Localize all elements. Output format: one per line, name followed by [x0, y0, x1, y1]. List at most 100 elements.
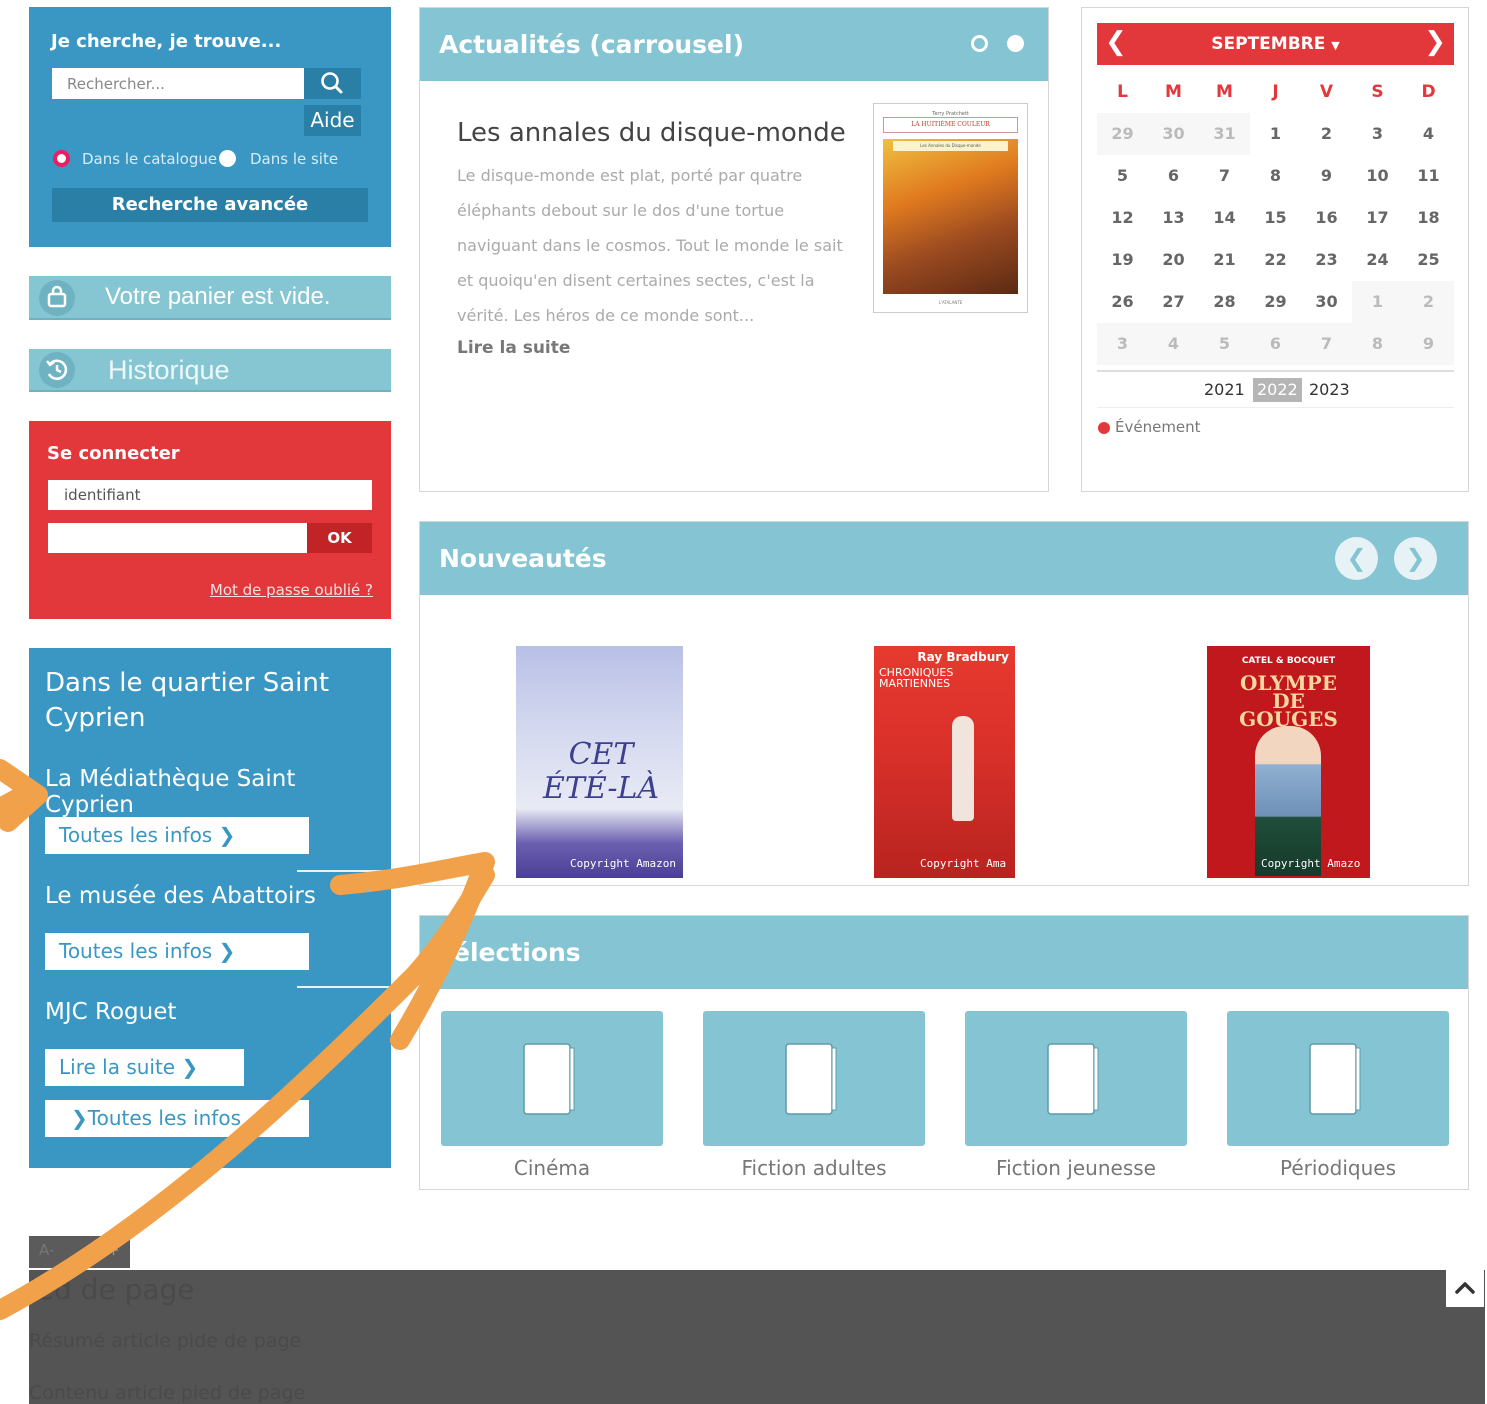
calendar-day[interactable]: 12 [1097, 197, 1148, 239]
font-decrease-button[interactable]: A- [39, 1241, 54, 1259]
book-cover-olympe-de-gouges[interactable]: CATEL & BOCQUET OLYMPE DE GOUGES Copyrig… [1207, 646, 1370, 878]
calendar-day[interactable]: 22 [1250, 239, 1301, 281]
year-current[interactable]: 2022 [1253, 378, 1302, 402]
calendar-day[interactable]: 21 [1199, 239, 1250, 281]
calendar-day[interactable]: 27 [1148, 281, 1199, 323]
news-article-cover[interactable]: Terry Pratchett LA HUITIÈME COULEUR Les … [873, 103, 1028, 313]
login-ok-button[interactable]: OK [307, 523, 372, 553]
calendar-day[interactable]: 6 [1148, 155, 1199, 197]
selection-tile-fiction-youth[interactable] [965, 1011, 1187, 1146]
calendar-day[interactable]: 8 [1352, 323, 1403, 365]
calendar-day[interactable]: 6 [1250, 323, 1301, 365]
calendar-day[interactable]: 31 [1199, 113, 1250, 155]
search-button[interactable] [304, 68, 361, 99]
radio-catalogue[interactable] [53, 150, 70, 167]
basket-status: Votre panier est vide. [105, 283, 331, 310]
calendar-day[interactable]: 7 [1301, 323, 1352, 365]
calendar-day[interactable]: 7 [1199, 155, 1250, 197]
selection-tile-fiction-adults[interactable] [703, 1011, 925, 1146]
mjc-read-more-button[interactable]: Lire la suite ❯ [45, 1049, 244, 1086]
neighborhood-title: Dans le quartier Saint Cyprien [45, 668, 330, 733]
password-input[interactable] [48, 523, 307, 553]
calendar-day[interactable]: 29 [1250, 281, 1301, 323]
calendar-day[interactable]: 4 [1403, 113, 1454, 155]
calendar-day[interactable]: 2 [1301, 113, 1352, 155]
cover-publisher: L'ATALANTE [938, 300, 963, 305]
calendar-day[interactable]: 8 [1250, 155, 1301, 197]
event-legend-dot [1098, 422, 1110, 434]
advanced-search-button[interactable]: Recherche avancée [52, 188, 368, 222]
book-cover-cet-ete-la[interactable]: CET ÉTÉ-LÀ Copyright Amazon [516, 646, 683, 878]
back-to-top-button[interactable] [1446, 1270, 1484, 1307]
calendar-day[interactable]: 28 [1199, 281, 1250, 323]
selection-label-periodicals[interactable]: Périodiques [1227, 1156, 1449, 1180]
calendar-day[interactable]: 4 [1148, 323, 1199, 365]
help-button[interactable]: Aide [304, 105, 361, 136]
news-article-title[interactable]: Les annales du disque-monde [457, 118, 846, 148]
calendar-day[interactable]: 3 [1097, 323, 1148, 365]
calendar-day[interactable]: 1 [1352, 281, 1403, 323]
carousel-dot-1[interactable] [971, 35, 988, 52]
selection-label-cinema[interactable]: Cinéma [441, 1156, 663, 1180]
search-title: Je cherche, je trouve... [51, 31, 282, 52]
username-input[interactable] [48, 480, 372, 510]
calendar-day[interactable]: 2 [1403, 281, 1454, 323]
calendar-day[interactable]: 30 [1301, 281, 1352, 323]
calendar-day[interactable]: 18 [1403, 197, 1454, 239]
news-read-more-link[interactable]: Lire la suite [457, 338, 570, 358]
calendar-day[interactable]: 5 [1199, 323, 1250, 365]
carousel-dot-2[interactable] [1007, 35, 1024, 52]
history-bar[interactable]: Historique [29, 349, 391, 392]
radio-site[interactable] [219, 150, 236, 167]
calendar-day[interactable]: 26 [1097, 281, 1148, 323]
place-name-mediatheque: La Médiathèque Saint Cyprien [45, 766, 296, 818]
radio-site-label[interactable]: Dans le site [250, 150, 338, 168]
selections-panel: élections Cinéma Fiction adultes Fiction… [419, 915, 1469, 1190]
calendar-day[interactable]: 15 [1250, 197, 1301, 239]
calendar-day[interactable]: 30 [1148, 113, 1199, 155]
book-cover-chroniques-martiennes[interactable]: Ray Bradbury CHRONIQUES MARTIENNES Copyr… [874, 646, 1015, 878]
calendar-day[interactable]: 19 [1097, 239, 1148, 281]
calendar-day[interactable]: 10 [1352, 155, 1403, 197]
copyright-label: Copyright Amazo [1261, 857, 1361, 870]
calendar-year-bar: 2021 2022 2023 [1097, 370, 1454, 408]
font-increase-button[interactable]: A+ [97, 1241, 120, 1259]
selection-tile-periodicals[interactable] [1227, 1011, 1449, 1146]
divider [297, 870, 391, 872]
chevron-left-icon[interactable]: ❮ [1335, 537, 1378, 580]
selection-label-fiction-youth[interactable]: Fiction jeunesse [965, 1156, 1187, 1180]
calendar-day[interactable]: 13 [1148, 197, 1199, 239]
abattoirs-info-button[interactable]: Toutes les infos ❯ [45, 933, 309, 970]
selection-label-fiction-adults[interactable]: Fiction adultes [703, 1156, 925, 1180]
calendar-day[interactable]: 5 [1097, 155, 1148, 197]
calendar-next-icon[interactable]: ❯ [1424, 27, 1446, 57]
calendar-day[interactable]: 16 [1301, 197, 1352, 239]
basket-bar[interactable]: Votre panier est vide. [29, 276, 391, 320]
cover-title: LA HUITIÈME COULEUR [911, 121, 990, 128]
year-next[interactable]: 2023 [1305, 378, 1354, 402]
radio-catalogue-label[interactable]: Dans le catalogue [82, 150, 217, 168]
calendar-day[interactable]: 20 [1148, 239, 1199, 281]
chevron-right-icon[interactable]: ❯ [1394, 537, 1437, 580]
calendar-day[interactable]: 3 [1352, 113, 1403, 155]
calendar-day[interactable]: 24 [1352, 239, 1403, 281]
calendar-day[interactable]: 1 [1250, 113, 1301, 155]
news-carousel-panel: Actualités (carrousel) Les annales du di… [419, 7, 1049, 492]
mediatheque-info-button[interactable]: Toutes les infos ❯ [45, 817, 309, 854]
calendar-day[interactable]: 9 [1301, 155, 1352, 197]
selection-tile-cinema[interactable] [441, 1011, 663, 1146]
forgot-password-link[interactable]: Mot de passe oublié ? [210, 581, 373, 599]
calendar-day[interactable]: 9 [1403, 323, 1454, 365]
calendar-day[interactable]: 23 [1301, 239, 1352, 281]
year-prev[interactable]: 2021 [1200, 378, 1249, 402]
calendar-month-select[interactable]: SEPTEMBRE ▼ [1097, 34, 1454, 54]
calendar-day[interactable]: 17 [1352, 197, 1403, 239]
selections-title: élections [453, 938, 581, 967]
history-label: Historique [108, 355, 230, 385]
calendar-day[interactable]: 29 [1097, 113, 1148, 155]
calendar-day[interactable]: 14 [1199, 197, 1250, 239]
search-input[interactable] [52, 68, 304, 99]
calendar-day[interactable]: 25 [1403, 239, 1454, 281]
calendar-day[interactable]: 11 [1403, 155, 1454, 197]
mjc-info-button[interactable]: ❯Toutes les infos [45, 1100, 309, 1137]
